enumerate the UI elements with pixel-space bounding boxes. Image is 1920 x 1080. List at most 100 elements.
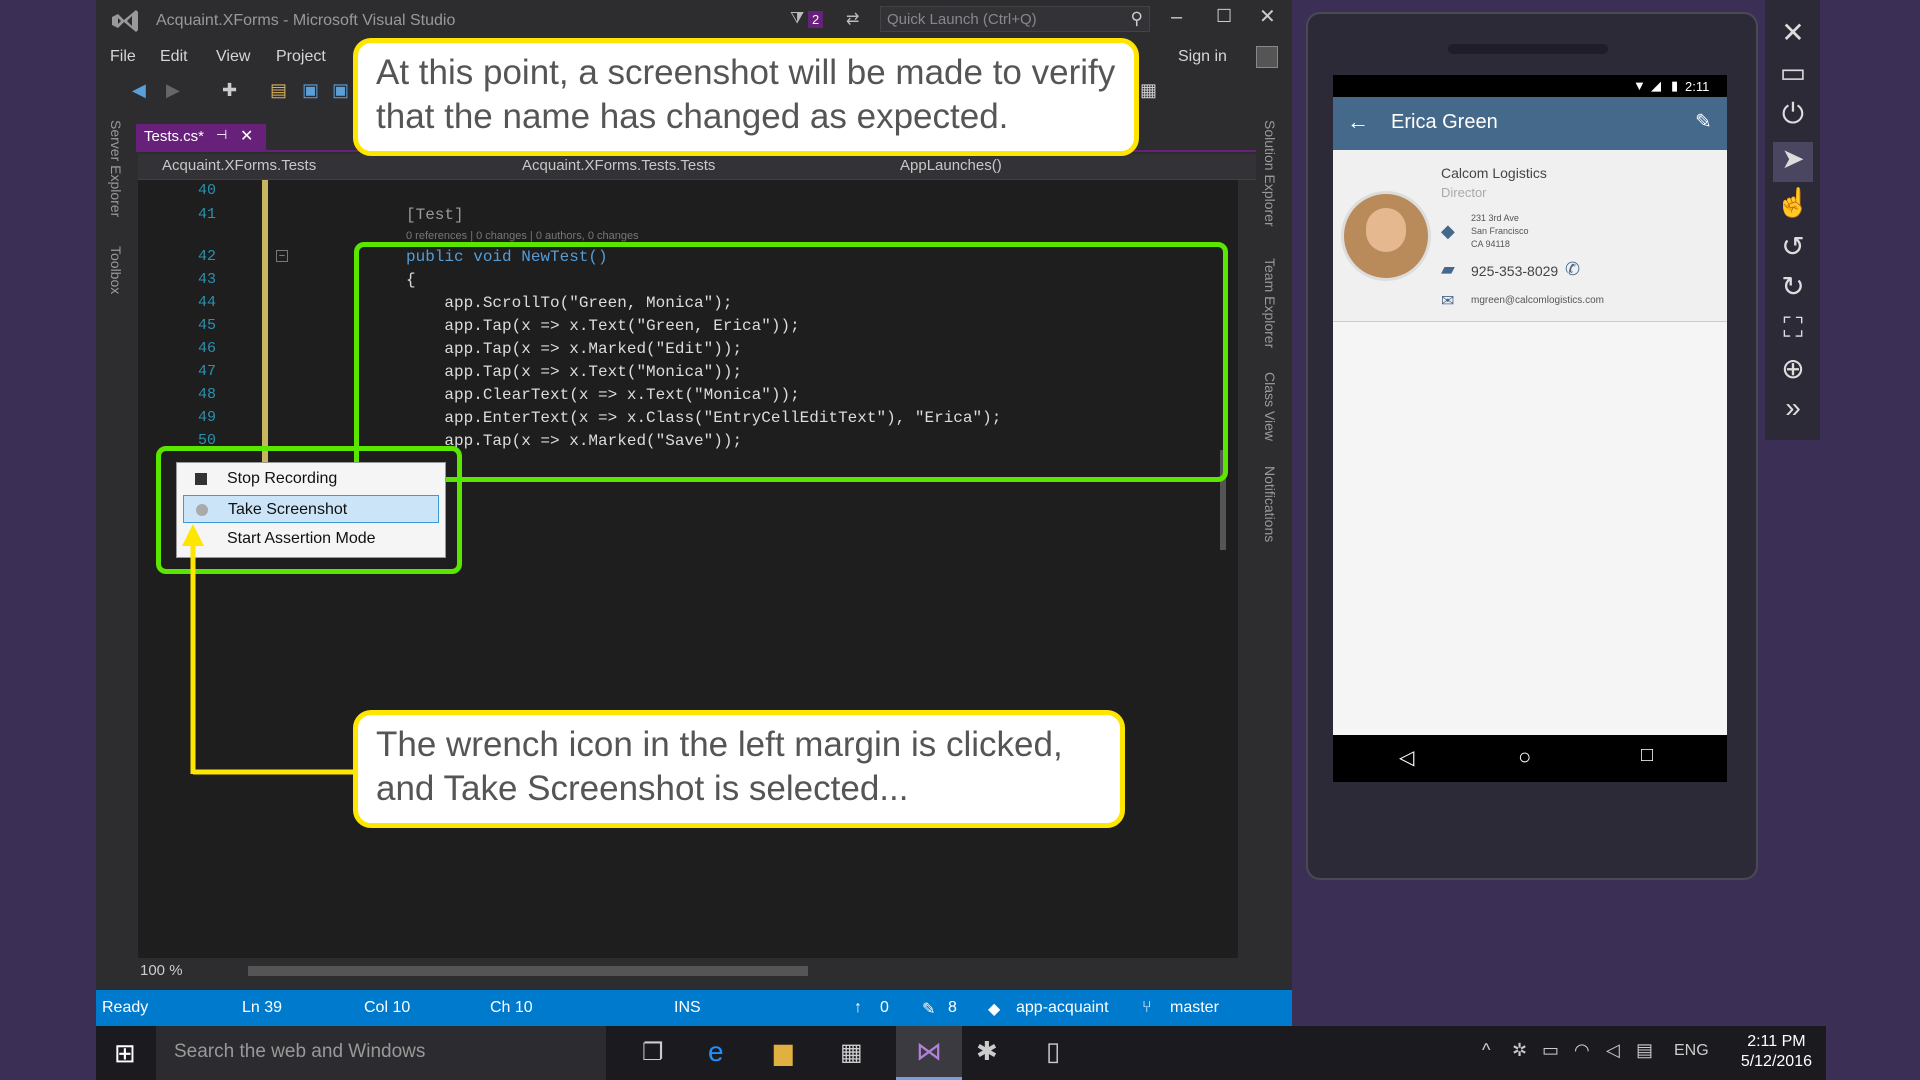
visual-studio-taskbar-button[interactable]: ⋈ xyxy=(896,1026,962,1080)
windows-start-icon[interactable]: ⊞ xyxy=(114,1038,136,1069)
contact-title: Erica Green xyxy=(1391,111,1498,133)
directions-icon[interactable]: ◆ xyxy=(1441,221,1455,242)
feedback-icon[interactable]: ⇄ xyxy=(846,9,859,29)
battery-icon: ▮ xyxy=(1671,78,1679,93)
member-dropdown[interactable]: AppLaunches() xyxy=(900,157,1002,174)
tray-chevron-icon[interactable]: ^ xyxy=(1482,1040,1490,1061)
zoom-icon[interactable]: ⊕ xyxy=(1773,352,1813,392)
rotate-right-icon[interactable]: ↻ xyxy=(1773,270,1813,310)
collapse-icon[interactable]: − xyxy=(276,250,288,262)
phone-screen[interactable]: ▼ ◢ ▮ 2:11 ← Erica Green ✎ Calcom Logist… xyxy=(1333,75,1727,782)
company-name: Calcom Logistics xyxy=(1441,165,1547,181)
volume-icon[interactable]: ◁ xyxy=(1606,1040,1620,1061)
notification-badge[interactable]: 2 xyxy=(808,11,824,28)
action-center-icon[interactable]: ▤ xyxy=(1636,1040,1653,1061)
code-highlight-frame xyxy=(354,242,1228,482)
team-explorer-tab[interactable]: Team Explorer xyxy=(1262,258,1278,348)
android-status-bar: ▼ ◢ ▮ 2:11 xyxy=(1333,75,1727,97)
sign-in-link[interactable]: Sign in xyxy=(1178,48,1227,66)
stop-recording-item[interactable]: Stop Recording xyxy=(183,465,439,493)
new-project-icon[interactable]: ✚ xyxy=(222,80,237,101)
forward-icon[interactable]: ▶ xyxy=(166,80,180,101)
status-char: Ch 10 xyxy=(490,999,533,1016)
status-ready: Ready xyxy=(102,999,149,1016)
edit-pencil-icon[interactable]: ✎ xyxy=(1695,109,1712,134)
account-icon[interactable] xyxy=(1256,46,1278,68)
status-repository[interactable]: app-acquaint xyxy=(1016,999,1109,1017)
power-icon[interactable]: ⏻ xyxy=(1773,98,1813,138)
nav-recents-icon[interactable]: □ xyxy=(1641,744,1653,767)
project-dropdown[interactable]: Acquaint.XForms.Tests xyxy=(162,157,316,174)
fit-screen-icon[interactable]: ⛶ xyxy=(1773,312,1813,352)
toolbar-extra-icon[interactable]: ▦ xyxy=(1140,80,1157,101)
menu-file[interactable]: File xyxy=(110,48,136,66)
right-tool-strip: Solution Explorer Team Explorer Class Vi… xyxy=(1252,110,1288,990)
save-all-icon[interactable]: ▣ xyxy=(332,80,349,101)
battery-tray-icon[interactable]: ▭ xyxy=(1542,1040,1559,1061)
line-number: 40 xyxy=(197,182,216,199)
pin-icon[interactable]: ⊣ xyxy=(216,127,227,143)
task-view-icon[interactable]: ❐ xyxy=(642,1038,664,1067)
message-icon[interactable]: ▰ xyxy=(1441,259,1455,280)
class-dropdown[interactable]: Acquaint.XForms.Tests.Tests xyxy=(522,157,715,174)
horizontal-scrollbar-thumb[interactable] xyxy=(248,966,808,976)
filter-icon[interactable]: ⧩ xyxy=(790,10,804,28)
language-indicator[interactable]: ENG xyxy=(1674,1042,1709,1060)
emulator-taskbar-icon[interactable]: ▯ xyxy=(1046,1036,1060,1067)
xamarin-inspector-icon[interactable]: ✱ xyxy=(976,1036,998,1067)
tab-tests-cs[interactable]: Tests.cs* ⊣ ✕ xyxy=(136,124,266,150)
menu-view[interactable]: View xyxy=(216,48,250,66)
avatar xyxy=(1341,191,1431,281)
status-column: Col 10 xyxy=(364,999,411,1016)
camera-icon xyxy=(196,504,208,516)
open-folder-icon[interactable]: ▤ xyxy=(270,80,287,101)
status-unpushed-count[interactable]: 0 xyxy=(880,999,889,1017)
touch-icon[interactable]: ☝ xyxy=(1773,186,1813,226)
menu-edit[interactable]: Edit xyxy=(160,48,188,66)
rotate-left-icon[interactable]: ↺ xyxy=(1773,230,1813,270)
emulator-toolbar: ✕ ▭ ⏻ ➤ ☝ ↺ ↻ ⛶ ⊕ » xyxy=(1765,0,1820,440)
save-icon[interactable]: ▣ xyxy=(302,80,319,101)
more-tools-icon[interactable]: » xyxy=(1773,392,1813,432)
class-view-tab[interactable]: Class View xyxy=(1262,372,1278,441)
back-icon[interactable]: ◀ xyxy=(132,80,146,101)
address-line: San Francisco xyxy=(1471,226,1529,236)
back-arrow-icon[interactable]: ← xyxy=(1347,109,1369,135)
minimize-icon[interactable]: – xyxy=(1171,6,1182,29)
emulator-close-icon[interactable]: ✕ xyxy=(1773,16,1813,56)
status-changes-count[interactable]: 8 xyxy=(948,999,957,1017)
edge-icon[interactable]: e xyxy=(708,1036,724,1068)
tray-settings-icon[interactable]: ✲ xyxy=(1512,1040,1527,1061)
clock[interactable]: 2:11 PM 5/12/2016 xyxy=(1741,1032,1812,1072)
menu-project[interactable]: Project xyxy=(276,48,326,66)
nav-home-icon[interactable]: ○ xyxy=(1518,744,1531,770)
clock-time: 2:11 PM xyxy=(1747,1033,1806,1050)
solution-explorer-tab[interactable]: Solution Explorer xyxy=(1262,120,1278,227)
email-icon[interactable]: ✉ xyxy=(1441,291,1454,311)
quick-launch-input[interactable]: Quick Launch (Ctrl+Q) ⚲ xyxy=(880,6,1150,32)
notifications-tab[interactable]: Notifications xyxy=(1262,466,1278,542)
address-line: 231 3rd Ave xyxy=(1471,213,1519,223)
status-branch[interactable]: master xyxy=(1170,999,1219,1017)
close-icon[interactable]: ✕ xyxy=(1259,4,1276,29)
call-icon[interactable]: ✆ xyxy=(1565,259,1580,280)
file-explorer-icon[interactable]: ▆ xyxy=(774,1038,792,1067)
status-bar: Ready Ln 39 Col 10 Ch 10 INS ↑ 0 ✎ 8 ◆ a… xyxy=(96,990,1292,1026)
line-number: 46 xyxy=(197,340,216,357)
tab-close-icon[interactable]: ✕ xyxy=(240,126,253,146)
zoom-level-dropdown[interactable]: 100 % xyxy=(140,962,183,979)
emulator-minimize-icon[interactable]: ▭ xyxy=(1773,56,1813,96)
store-icon[interactable]: ▦ xyxy=(840,1038,863,1067)
nav-back-icon[interactable]: ◁ xyxy=(1399,745,1414,770)
taskbar-search-input[interactable]: Search the web and Windows xyxy=(156,1026,606,1080)
network-icon[interactable]: ◠ xyxy=(1574,1040,1590,1061)
maximize-icon[interactable]: ☐ xyxy=(1216,6,1232,27)
toolbox-tab[interactable]: Toolbox xyxy=(108,246,124,294)
pointer-icon[interactable]: ➤ xyxy=(1773,142,1813,182)
clock-date: 5/12/2016 xyxy=(1740,1053,1812,1070)
up-arrow-icon: ↑ xyxy=(854,999,862,1016)
line-number: 48 xyxy=(197,386,216,403)
server-explorer-tab[interactable]: Server Explorer xyxy=(108,120,124,217)
take-screenshot-item[interactable]: Take Screenshot xyxy=(183,495,439,523)
codelens-info[interactable]: 0 references | 0 changes | 0 authors, 0 … xyxy=(406,230,639,242)
